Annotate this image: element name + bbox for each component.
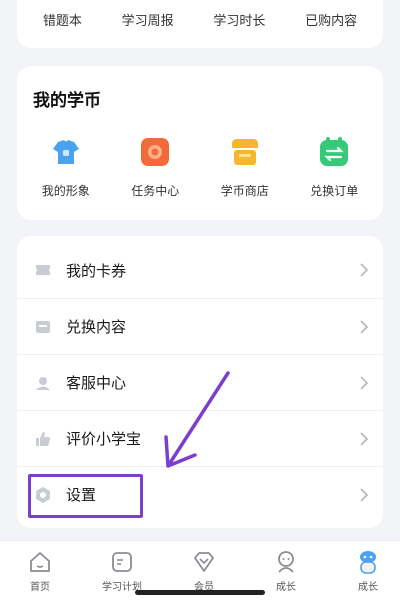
coin-item-avatar[interactable]: 我的形象 [26, 134, 106, 199]
menu-item-label: 兑换内容 [66, 318, 127, 336]
quick-link-purchased[interactable]: 已购内容 [305, 10, 357, 29]
nav-mascot[interactable]: 成长 [338, 549, 398, 593]
coins-title: 我的学币 [33, 91, 101, 111]
quick-links-card: 错题本 学习周报 学习时长 已购内容 [17, 0, 383, 48]
pointer-arrow [164, 371, 230, 468]
headset-icon [36, 376, 50, 390]
chevron-right-icon [360, 487, 369, 502]
home-icon [30, 552, 50, 572]
coin-row: 我的形象 任务中心 学币商店 兑换订单 [17, 134, 383, 199]
quick-link-wrong-questions[interactable]: 错题本 [43, 10, 82, 29]
chevron-right-icon [360, 263, 369, 277]
coin-item-coin-shop[interactable]: 学币商店 [205, 134, 285, 199]
menu-item-redeem-content[interactable]: 兑换内容 [17, 298, 383, 354]
coin-label: 学币商店 [220, 184, 269, 198]
nav-study-plan[interactable]: 学习计划 [92, 549, 152, 593]
chevron-right-icon [360, 319, 369, 334]
nav-label: 成长 [358, 582, 378, 593]
my-coins-card: 我的学币 我的形象 任务中心 学币商店 兑换订单 [17, 66, 383, 220]
nav-vip[interactable]: 会员 [174, 549, 234, 593]
home-indicator [135, 590, 265, 595]
quick-link-study-time[interactable]: 学习时长 [213, 10, 265, 29]
ticket-icon [36, 265, 50, 275]
mascot-icon [360, 551, 376, 574]
task-icon [141, 138, 170, 166]
menu-item-label: 评价小学宝 [66, 430, 142, 448]
nav-label: 成长 [276, 582, 296, 593]
nav-label: 首页 [30, 582, 50, 593]
plan-icon [112, 552, 132, 572]
exchange-icon [320, 137, 349, 166]
chevron-right-icon [360, 375, 369, 390]
menu-item-my-coupons[interactable]: 我的卡券 [17, 242, 383, 298]
menu-item-label: 客服中心 [66, 374, 127, 392]
vip-icon [194, 552, 214, 572]
thumbs-up-icon [36, 431, 50, 446]
coin-label: 我的形象 [41, 184, 90, 198]
avatar-icon [52, 140, 79, 164]
nav-growth[interactable]: 成长 [256, 549, 316, 593]
settings-highlight-box [28, 474, 143, 518]
redeem-icon [36, 320, 50, 333]
coin-item-task-center[interactable]: 任务中心 [115, 134, 195, 199]
nav-home[interactable]: 首页 [10, 549, 70, 593]
menu-item-label: 我的卡券 [66, 261, 127, 280]
coin-label: 兑换订单 [310, 184, 359, 198]
coin-item-exchange-orders[interactable]: 兑换订单 [294, 134, 374, 199]
quick-links: 错题本 学习周报 学习时长 已购内容 [17, 10, 383, 29]
quick-link-weekly-report[interactable]: 学习周报 [122, 10, 174, 29]
growth-icon [278, 551, 294, 573]
shop-icon [231, 139, 258, 165]
coin-label: 任务中心 [131, 184, 180, 198]
chevron-right-icon [360, 431, 369, 446]
